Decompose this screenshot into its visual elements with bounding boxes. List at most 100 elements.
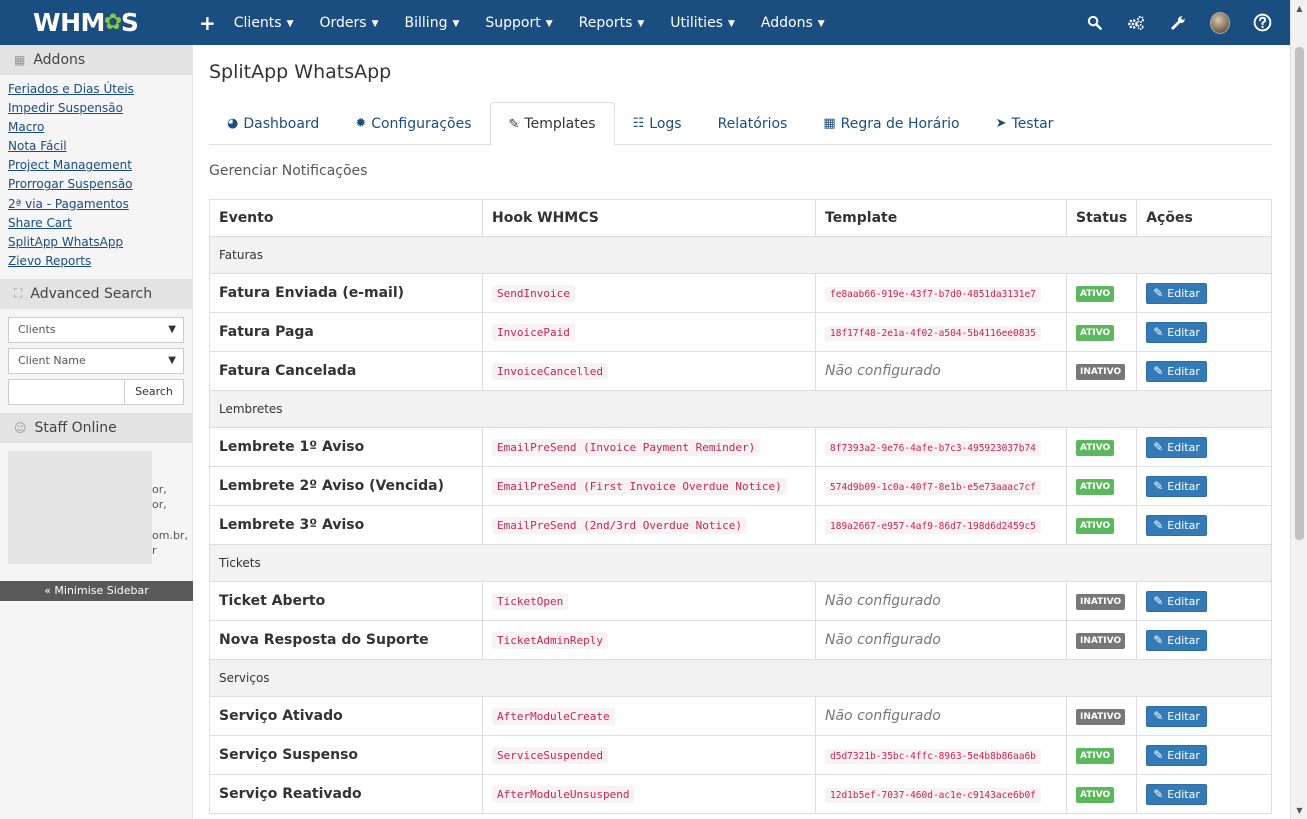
wrench-icon[interactable] <box>1168 13 1188 33</box>
hook-cell: EmailPreSend (2nd/3rd Overdue Notice) <box>482 505 816 545</box>
addons-panel-header: ▦ Addons <box>0 45 192 75</box>
search-type-select[interactable]: Clients ▼ <box>8 316 184 343</box>
list-icon: ☷ <box>632 116 645 131</box>
scroll-up-arrow-icon[interactable]: ▲ <box>1291 0 1307 17</box>
tab-testar[interactable]: ➤ Testar <box>978 102 1072 145</box>
edit-label: Editar <box>1167 748 1200 762</box>
menu-utilities[interactable]: Utilities ▼ <box>670 15 735 31</box>
edit-label: Editar <box>1167 440 1200 454</box>
hook-code: AfterModuleUnsuspend <box>492 785 635 803</box>
hook-code: SendInvoice <box>492 284 575 302</box>
menu-reports[interactable]: Reports ▼ <box>579 15 645 31</box>
edit-button[interactable]: ✎ Editar <box>1146 744 1207 766</box>
tab-label: Configurações <box>371 115 472 132</box>
template-not-configured: Não configurado <box>825 363 941 379</box>
staff-text: om.br, <box>152 528 188 542</box>
template-not-configured: Não configurado <box>825 708 941 724</box>
search-icon[interactable] <box>1084 13 1104 33</box>
table-row: Lembrete 3º Aviso EmailPreSend (2nd/3rd O… <box>209 505 1272 545</box>
minimise-sidebar-button[interactable]: « Minimise Sidebar <box>0 581 193 601</box>
tab-relatrios[interactable]: Relatórios <box>700 102 806 145</box>
page-scrollbar[interactable]: ▲ ▼ <box>1290 0 1307 819</box>
group-label: Serviços <box>209 659 1272 697</box>
edit-button[interactable]: ✎ Editar <box>1146 360 1207 382</box>
tab-templates[interactable]: ✎ Templates <box>489 102 615 146</box>
edit-button[interactable]: ✎ Editar <box>1146 514 1207 536</box>
whmcs-logo[interactable]: WHM ✿ S <box>0 0 193 45</box>
search-button[interactable]: Search <box>125 378 184 405</box>
sidebar-addon-link[interactable]: Feriados e Dias Úteis <box>8 80 184 99</box>
status-badge: ATIVO <box>1076 787 1115 803</box>
search-field-select[interactable]: Client Name ▼ <box>8 347 184 374</box>
search-type-value: Clients <box>18 323 56 337</box>
hook-cell: InvoiceCancelled <box>482 351 816 391</box>
notifications-table: Evento Hook WHMCS Template Status Ações … <box>209 199 1272 814</box>
cogs-icon[interactable] <box>1126 13 1146 33</box>
pencil-icon: ✎ <box>1153 440 1164 454</box>
column-header-evento: Evento <box>209 199 483 237</box>
edit-label: Editar <box>1167 518 1200 532</box>
tab-regradehorrio[interactable]: ▦ Regra de Horário <box>805 102 977 145</box>
template-not-configured: Não configurado <box>825 632 941 648</box>
page-title: SplitApp WhatsApp <box>209 61 392 83</box>
hook-cell: InvoicePaid <box>482 312 816 352</box>
sidebar-addon-link[interactable]: 2ª via - Pagamentos <box>8 195 184 214</box>
menu-support[interactable]: Support ▼ <box>485 15 552 31</box>
group-label: Faturas <box>209 236 1272 274</box>
status-cell: ATIVO <box>1065 273 1138 313</box>
pencil-icon: ✎ <box>1153 787 1164 801</box>
menu-billing[interactable]: Billing ▼ <box>405 15 460 31</box>
tab-configuraes[interactable]: ✹ Configurações <box>337 102 489 145</box>
group-row: Serviços <box>209 659 1272 697</box>
search-row: Search <box>8 378 184 405</box>
actions-cell: ✎ Editar <box>1136 351 1272 391</box>
event-name: Lembrete 1º Aviso <box>209 427 483 467</box>
search-input[interactable] <box>8 378 125 405</box>
hook-cell: TicketAdminReply <box>482 620 816 660</box>
menu-clients[interactable]: Clients ▼ <box>234 15 294 31</box>
help-icon[interactable] <box>1252 13 1272 33</box>
add-new-icon[interactable]: + <box>199 11 216 35</box>
hook-code: InvoicePaid <box>492 323 575 341</box>
dashboard-icon: ◕ <box>227 116 239 131</box>
sidebar-addon-link[interactable]: Zievo Reports <box>8 252 184 271</box>
edit-button[interactable]: ✎ Editar <box>1146 282 1207 304</box>
sidebar-addon-link[interactable]: Prorrogar Suspensão <box>8 175 184 194</box>
tab-logs[interactable]: ☷ Logs <box>615 102 700 145</box>
event-name: Serviço Reativado <box>209 774 483 814</box>
menu-label: Utilities <box>670 14 723 31</box>
sidebar-addon-link[interactable]: Nota Fácil <box>8 137 184 156</box>
staff-text: or, <box>152 497 167 511</box>
edit-button[interactable]: ✎ Editar <box>1146 629 1207 651</box>
chevron-down-icon: ▼ <box>168 355 176 367</box>
template-id: 574d9b09-1c0a-40f7-8e1b-e5e73aaac7cf <box>825 479 1041 495</box>
sidebar-addon-link[interactable]: Project Management <box>8 156 184 175</box>
column-header-status: Status <box>1065 199 1138 237</box>
hook-cell: AfterModuleUnsuspend <box>482 774 816 814</box>
menu-label: Addons <box>760 14 813 31</box>
tab-dashboard[interactable]: ◕ Dashboard <box>209 102 337 145</box>
edit-button[interactable]: ✎ Editar <box>1146 783 1207 805</box>
edit-button[interactable]: ✎ Editar <box>1146 475 1207 497</box>
menu-addons[interactable]: Addons ▼ <box>761 15 825 31</box>
avatar[interactable] <box>1210 11 1230 34</box>
actions-cell: ✎ Editar <box>1136 273 1272 313</box>
group-label: Tickets <box>209 544 1272 582</box>
menu-orders[interactable]: Orders ▼ <box>320 15 379 31</box>
sidebar-addon-link[interactable]: Macro <box>8 118 184 137</box>
template-not-configured: Não configurado <box>825 593 941 609</box>
sidebar-addon-link[interactable]: Share Cart <box>8 214 184 233</box>
status-cell: ATIVO <box>1065 466 1138 506</box>
edit-button[interactable]: ✎ Editar <box>1146 590 1207 612</box>
template-cell: 12d1b5ef-7037-460d-ac1e-c9143ace6b0f <box>815 774 1067 814</box>
edit-button[interactable]: ✎ Editar <box>1146 436 1207 458</box>
edit-button[interactable]: ✎ Editar <box>1146 321 1207 343</box>
sidebar-addon-link[interactable]: Impedir Suspensão <box>8 99 184 118</box>
scrollbar-thumb[interactable] <box>1295 47 1304 540</box>
sidebar-addon-link[interactable]: SplitApp WhatsApp <box>8 233 184 252</box>
scroll-down-arrow-icon[interactable]: ▼ <box>1291 802 1307 819</box>
hook-code: ServiceSuspended <box>492 746 608 764</box>
hook-code: InvoiceCancelled <box>492 362 608 380</box>
edit-button[interactable]: ✎ Editar <box>1146 705 1207 727</box>
status-badge: INATIVO <box>1076 364 1126 380</box>
